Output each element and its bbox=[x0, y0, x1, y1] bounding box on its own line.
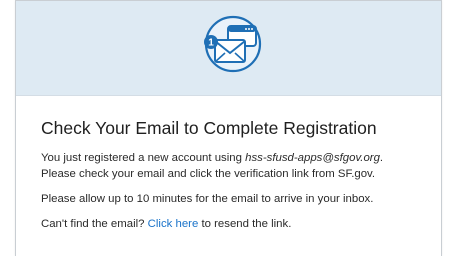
resend-prefix: Can't find the email? bbox=[41, 218, 148, 230]
message-suffix: . bbox=[379, 152, 384, 164]
resend-suffix: to resend the link. bbox=[198, 218, 292, 230]
page-title: Check Your Email to Complete Registratio… bbox=[41, 118, 377, 138]
notification-count: 1 bbox=[208, 38, 214, 49]
message-prefix: You just registered a new account using bbox=[41, 152, 246, 164]
wait-notice: Please allow up to 10 minutes for the em… bbox=[41, 193, 374, 205]
verification-instruction: Please check your email and click the ve… bbox=[41, 168, 376, 180]
registration-card: 1 Check Your Email to Complete Registrat… bbox=[15, 0, 442, 256]
email-notification-icon: 1 bbox=[193, 13, 265, 75]
card-body: Check Your Email to Complete Registratio… bbox=[16, 96, 441, 232]
resend-message: Can't find the email? Click here to rese… bbox=[41, 216, 441, 232]
resend-link[interactable]: Click here bbox=[148, 218, 199, 230]
registration-message: You just registered a new account using … bbox=[41, 150, 441, 182]
registered-email: hss-sfusd-apps@sfgov.org bbox=[245, 152, 380, 164]
card-header: 1 bbox=[16, 1, 441, 96]
